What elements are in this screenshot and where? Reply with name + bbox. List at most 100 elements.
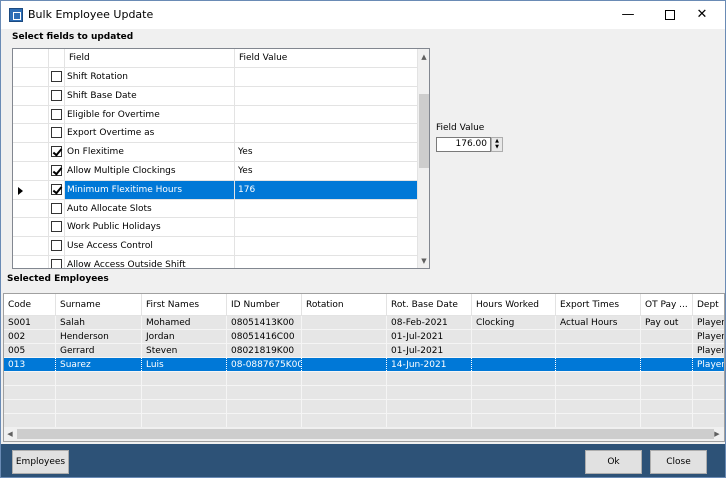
field-name-cell[interactable]: Minimum Flexitime Hours	[65, 180, 235, 199]
row-header-cell[interactable]	[13, 124, 49, 143]
employee-cell[interactable]: Suarez	[56, 358, 142, 371]
employee-cell[interactable]	[56, 372, 142, 385]
row-header-cell[interactable]	[13, 86, 49, 105]
employee-cell[interactable]	[56, 414, 142, 427]
employee-cell[interactable]: 08-0887675K00	[227, 358, 302, 371]
field-checkbox[interactable]	[51, 183, 62, 195]
employee-cell[interactable]: Luis	[142, 358, 227, 371]
employee-cell[interactable]	[302, 386, 387, 399]
employee-cell[interactable]: 08021819K00	[227, 344, 302, 357]
employee-row[interactable]: 013 Suarez Luis 08-0887675K00 14-Jun-2021 Pla…	[4, 358, 724, 372]
field-value-cell[interactable]	[235, 124, 418, 143]
employee-cell[interactable]	[227, 372, 302, 385]
employee-cell[interactable]: 005	[4, 344, 56, 357]
employee-cell[interactable]	[302, 400, 387, 413]
scroll-down-icon[interactable]: ▼	[418, 255, 429, 267]
spin-down-icon[interactable]: ▼	[492, 144, 502, 150]
employee-cell[interactable]	[556, 414, 641, 427]
field-value-column-header[interactable]: Field Value	[235, 49, 418, 68]
field-value-spinner[interactable]: ▲ ▼	[491, 137, 503, 152]
employee-cell[interactable]	[302, 358, 387, 371]
employees-grid[interactable]: Code Surname First Names ID Number Rotation R…	[3, 293, 725, 442]
employee-cell[interactable]	[142, 386, 227, 399]
employee-cell[interactable]	[556, 372, 641, 385]
employee-cell[interactable]	[302, 372, 387, 385]
employee-cell[interactable]	[302, 330, 387, 343]
employee-cell[interactable]	[556, 400, 641, 413]
field-row[interactable]: Auto Allocate Slots	[13, 199, 418, 219]
field-value-cell[interactable]	[235, 199, 418, 218]
employee-column-header[interactable]: Code	[4, 294, 56, 315]
employee-cell[interactable]: 08051413K00	[227, 316, 302, 329]
field-name-cell[interactable]: Export Overtime as	[65, 124, 235, 143]
employees-horizontal-scrollbar[interactable]: ◀ ▶	[4, 427, 724, 441]
scroll-up-icon[interactable]: ▲	[418, 51, 429, 63]
close-button[interactable]: Close	[650, 450, 707, 474]
employee-row[interactable]: 005 Gerrard Steven 08021819K00 01-Jul-2021 Pl…	[4, 344, 724, 358]
employees-button[interactable]: Employees	[12, 450, 69, 474]
field-checkbox[interactable]	[51, 89, 62, 101]
field-checkbox[interactable]	[51, 258, 62, 268]
field-row[interactable]: Allow Multiple Clockings Yes	[13, 161, 418, 181]
field-row[interactable]: Work Public Holidays	[13, 218, 418, 238]
field-name-cell[interactable]: Allow Access Outside Shift	[65, 255, 235, 268]
employee-cell[interactable]: Gerrard	[56, 344, 142, 357]
field-value-cell[interactable]	[235, 105, 418, 124]
employee-cell[interactable]: Players	[693, 316, 724, 329]
employee-column-header[interactable]: Rot. Base Date	[387, 294, 472, 315]
employee-cell[interactable]	[56, 386, 142, 399]
employee-column-header[interactable]: First Names	[142, 294, 227, 315]
employee-cell[interactable]	[641, 358, 693, 371]
field-name-cell[interactable]: Auto Allocate Slots	[65, 199, 235, 218]
employee-cell[interactable]: Players	[693, 330, 724, 343]
employee-cell[interactable]: Players	[693, 344, 724, 357]
field-row[interactable]: Eligible for Overtime	[13, 105, 418, 125]
employee-cell[interactable]	[142, 400, 227, 413]
employee-row[interactable]: S001 Salah Mohamed 08051413K00 08-Feb-2021 Cl…	[4, 316, 724, 330]
minimize-button[interactable]: —	[605, 1, 651, 29]
employee-cell[interactable]	[472, 358, 556, 371]
row-header-cell[interactable]	[13, 237, 49, 256]
row-header-cell[interactable]	[13, 68, 49, 86]
employee-cell[interactable]	[387, 400, 472, 413]
field-checkbox[interactable]	[51, 127, 62, 139]
ok-button[interactable]: Ok	[585, 450, 642, 474]
employee-cell[interactable]: Henderson	[56, 330, 142, 343]
employee-cell[interactable]: Jordan	[142, 330, 227, 343]
employee-cell[interactable]	[556, 344, 641, 357]
employee-cell[interactable]	[556, 386, 641, 399]
employee-cell[interactable]: S001	[4, 316, 56, 329]
field-row[interactable]: On Flexitime Yes	[13, 143, 418, 162]
employee-cell[interactable]	[693, 372, 724, 385]
field-row[interactable]: Allow Access Outside Shift	[13, 255, 418, 268]
employee-cell[interactable]	[641, 344, 693, 357]
employee-cell[interactable]	[302, 316, 387, 329]
employee-cell[interactable]	[4, 414, 56, 427]
field-checkbox[interactable]	[51, 164, 62, 176]
employee-cell[interactable]	[4, 400, 56, 413]
employee-cell[interactable]: 01-Jul-2021	[387, 330, 472, 343]
employee-cell[interactable]	[387, 414, 472, 427]
field-value-cell[interactable]: Yes	[235, 143, 418, 162]
employee-cell[interactable]: 013	[4, 358, 56, 371]
employee-cell[interactable]	[472, 414, 556, 427]
field-name-cell[interactable]: Eligible for Overtime	[65, 105, 235, 124]
row-header-cell[interactable]	[13, 199, 49, 218]
fields-vertical-scrollbar[interactable]: ▲ ▼	[418, 49, 429, 268]
employee-cell[interactable]	[227, 386, 302, 399]
field-value-cell[interactable]	[235, 218, 418, 237]
field-value-cell[interactable]	[235, 255, 418, 268]
employee-cell[interactable]: 002	[4, 330, 56, 343]
employee-cell[interactable]	[4, 372, 56, 385]
row-header-cell[interactable]	[13, 161, 49, 180]
employee-column-header[interactable]: Rotation	[302, 294, 387, 315]
employee-cell[interactable]	[472, 344, 556, 357]
employee-cell[interactable]: 01-Jul-2021	[387, 344, 472, 357]
field-row[interactable]: Minimum Flexitime Hours 176	[13, 180, 418, 200]
employee-cell[interactable]	[641, 414, 693, 427]
employee-cell[interactable]	[472, 400, 556, 413]
field-checkbox[interactable]	[51, 108, 62, 120]
row-header-cell[interactable]	[13, 180, 49, 199]
field-name-cell[interactable]: Shift Rotation	[65, 68, 235, 86]
employee-cell[interactable]	[387, 372, 472, 385]
